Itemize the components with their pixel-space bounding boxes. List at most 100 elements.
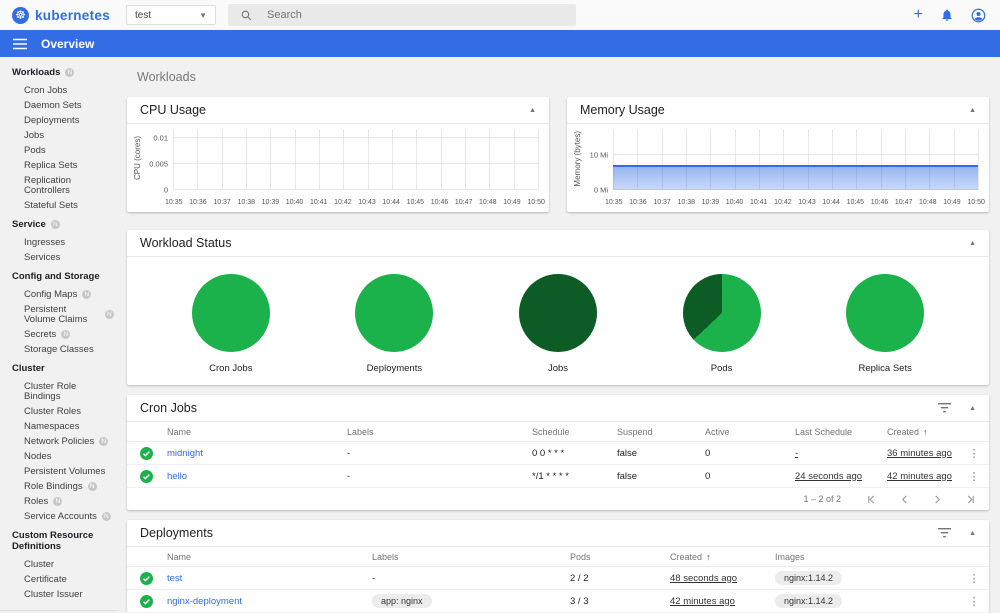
deployments-table: Name Labels Pods Created ↑ Images test - 2 / 2 48…: [127, 547, 989, 613]
row-actions-kebab-icon[interactable]: ⋮: [959, 447, 989, 460]
top-header: ☸ kubernetes test ▼ +: [0, 0, 1000, 30]
collapse-caret-icon[interactable]: ▲: [969, 405, 976, 412]
sidebar-item-services[interactable]: Services: [0, 250, 118, 265]
sidebar-item-stateful-sets[interactable]: Stateful Sets: [0, 198, 118, 213]
created-value[interactable]: 36 minutes ago: [887, 448, 952, 459]
namespace-selector[interactable]: test ▼: [126, 5, 216, 25]
card-header: Deployments ▲: [127, 520, 989, 547]
name-link[interactable]: test: [167, 573, 182, 584]
created-value[interactable]: 42 minutes ago: [887, 471, 952, 482]
sidebar-item-config-maps[interactable]: Config Maps N: [0, 287, 118, 302]
sidebar-item-role-bindings[interactable]: Role Bindings N: [0, 479, 118, 494]
sidebar-item-persistent-volume-claims[interactable]: Persistent Volume Claims N: [0, 302, 118, 327]
created-value[interactable]: 48 seconds ago: [670, 573, 737, 584]
x-tick-label: 10:37: [213, 199, 231, 206]
sidebar-item-cluster-role-bindings[interactable]: Cluster Role Bindings: [0, 379, 118, 404]
sidebar-item-deployments[interactable]: Deployments: [0, 113, 118, 128]
first-page-icon[interactable]: [867, 494, 876, 504]
sidebar-item-persistent-volumes[interactable]: Persistent Volumes: [0, 464, 118, 479]
last-page-icon[interactable]: [966, 494, 975, 504]
sidebar-item-replication-controllers[interactable]: Replication Controllers: [0, 173, 118, 198]
sidebar-section-service[interactable]: Service N: [0, 213, 118, 235]
collapse-caret-icon[interactable]: ▲: [969, 107, 976, 114]
kubernetes-logo[interactable]: ☸ kubernetes: [12, 6, 116, 24]
sidebar-section-cluster[interactable]: Cluster: [0, 357, 118, 379]
cron-jobs-card: Cron Jobs ▲ Name Labels Schedule Suspend Act…: [127, 395, 989, 510]
create-resource-button[interactable]: +: [914, 7, 923, 23]
sidebar-item-storage-classes[interactable]: Storage Classes: [0, 342, 118, 357]
column-header-schedule[interactable]: Schedule: [532, 427, 617, 437]
status-pie-jobs: [518, 274, 597, 352]
sidebar-item-secrets[interactable]: Secrets N: [0, 327, 118, 342]
filter-icon[interactable]: [938, 528, 952, 538]
memory-usage-chart: Memory (bytes) 0 Mi 10 Mi 10:35 10:36 10:37…: [567, 124, 989, 211]
v-gridline: [392, 129, 393, 190]
card-title: CPU Usage: [140, 103, 206, 117]
column-header-created[interactable]: Created ↑: [670, 552, 775, 562]
sidebar-item-namespaces[interactable]: Namespaces: [0, 419, 118, 434]
sidebar-item-cron-jobs[interactable]: Cron Jobs: [0, 83, 118, 98]
deployments-card: Deployments ▲ Name Labels Pods Created ↑ Imag…: [127, 520, 989, 613]
sidebar-item-pods[interactable]: Pods: [0, 143, 118, 158]
sidebar-item-network-policies[interactable]: Network Policies N: [0, 434, 118, 449]
last_schedule-value[interactable]: 24 seconds ago: [795, 471, 862, 482]
name-link[interactable]: hello: [167, 471, 187, 482]
column-header-suspend[interactable]: Suspend: [617, 427, 705, 437]
sort-ascending-icon: ↑: [923, 426, 928, 437]
sidebar-item-replica-sets[interactable]: Replica Sets: [0, 158, 118, 173]
workload-status-item: Replica Sets: [803, 274, 967, 374]
success-check-icon: [140, 446, 153, 460]
column-header-last-schedule[interactable]: Last Schedule: [795, 427, 887, 437]
row-actions-kebab-icon[interactable]: ⋮: [959, 470, 989, 483]
collapse-caret-icon[interactable]: ▲: [969, 240, 976, 247]
column-header-images[interactable]: Images: [775, 552, 959, 562]
sidebar-section-custom-resource-definitions[interactable]: Custom Resource Definitions: [0, 524, 118, 557]
row-actions-kebab-icon[interactable]: ⋮: [959, 595, 989, 608]
success-check-icon: [140, 469, 153, 483]
sidebar-section-config-and-storage[interactable]: Config and Storage: [0, 265, 118, 287]
v-gridline: [465, 129, 466, 190]
sidebar-item-daemon-sets[interactable]: Daemon Sets: [0, 98, 118, 113]
namespaced-badge: N: [87, 482, 97, 491]
collapse-caret-icon[interactable]: ▲: [969, 530, 976, 537]
column-header-name[interactable]: Name: [167, 427, 347, 437]
next-page-icon[interactable]: [933, 494, 942, 504]
filter-icon[interactable]: [938, 403, 952, 413]
card-header: Memory Usage ▲: [567, 97, 989, 124]
sidebar-item-jobs[interactable]: Jobs: [0, 128, 118, 143]
sidebar-item-cluster[interactable]: Cluster: [0, 557, 118, 572]
notifications-bell-icon[interactable]: [940, 8, 954, 22]
last_schedule-value[interactable]: -: [795, 448, 798, 459]
previous-page-icon[interactable]: [900, 494, 909, 504]
sidebar-item-cluster-roles[interactable]: Cluster Roles: [0, 404, 118, 419]
created-value[interactable]: 42 minutes ago: [670, 596, 735, 607]
menu-hamburger-icon[interactable]: [13, 38, 27, 50]
sidebar-item-cluster-issuer[interactable]: Cluster Issuer: [0, 587, 118, 602]
y-axis-label: CPU (cores): [132, 136, 142, 181]
column-header-created[interactable]: Created ↑: [887, 427, 959, 437]
x-tick-label: 10:50: [967, 199, 985, 206]
search-bar[interactable]: [228, 4, 576, 26]
status-pie-label: Deployments: [366, 363, 423, 374]
sidebar-item-service-accounts[interactable]: Service Accounts N: [0, 509, 118, 524]
sidebar-item-roles[interactable]: Roles N: [0, 494, 118, 509]
sidebar-item-nodes[interactable]: Nodes: [0, 449, 118, 464]
sidebar-item-label: Secrets: [24, 328, 57, 340]
collapse-caret-icon[interactable]: ▲: [529, 107, 536, 114]
cell-created: 48 seconds ago: [670, 573, 775, 584]
cell-last_schedule: -: [795, 448, 887, 459]
sidebar-section-workloads[interactable]: Workloads N: [0, 61, 118, 83]
column-header-active[interactable]: Active: [705, 427, 795, 437]
column-header-pods[interactable]: Pods: [570, 552, 670, 562]
column-header-labels[interactable]: Labels: [372, 552, 570, 562]
column-header-labels[interactable]: Labels: [347, 427, 532, 437]
sidebar-item-certificate[interactable]: Certificate: [0, 572, 118, 587]
search-input[interactable]: [265, 8, 564, 22]
user-account-icon[interactable]: [971, 8, 986, 23]
column-header-name[interactable]: Name: [167, 552, 372, 562]
name-link[interactable]: nginx-deployment: [167, 596, 242, 607]
sidebar-item-ingresses[interactable]: Ingresses: [0, 235, 118, 250]
row-actions-kebab-icon[interactable]: ⋮: [959, 572, 989, 585]
x-tick-label: 10:39: [261, 199, 280, 206]
name-link[interactable]: midnight: [167, 448, 203, 459]
